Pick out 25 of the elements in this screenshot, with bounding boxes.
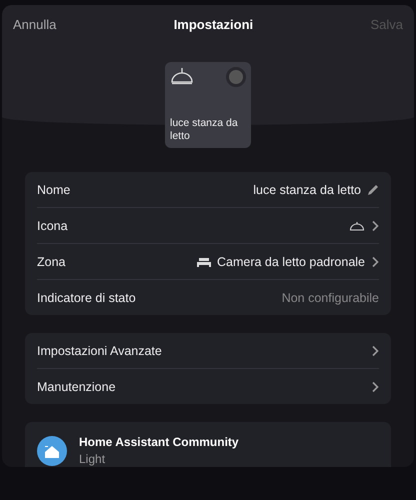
row-label: Zona — [37, 254, 66, 268]
cancel-button[interactable]: Annulla — [13, 17, 56, 32]
chevron-icon[interactable] — [371, 256, 379, 268]
row-label: Nome — [37, 182, 70, 196]
home-app-icon — [37, 436, 67, 466]
power-toggle[interactable] — [226, 67, 246, 87]
pencil-icon[interactable] — [367, 184, 379, 196]
chevron-icon[interactable] — [371, 220, 379, 232]
ceiling-lamp-icon[interactable] — [349, 220, 365, 230]
name-value: luce stanza da letto — [253, 182, 361, 196]
tile-label: luce stanza da letto — [170, 117, 239, 143]
ceiling-lamp-icon — [170, 67, 194, 85]
bed-icon — [196, 256, 211, 266]
menu-item-label[interactable]: Impostazioni Avanzate — [37, 344, 162, 358]
row-label: Indicatore di stato — [37, 290, 136, 304]
status-value: Non configurabile — [282, 290, 379, 304]
source-subtitle: Light — [79, 452, 106, 466]
chevron-icon[interactable] — [371, 380, 379, 392]
row-label: Icona — [37, 218, 68, 232]
source-title: Home Assistant Community — [79, 435, 239, 449]
menu-item-label[interactable]: Manutenzione — [37, 380, 116, 394]
sheet-title: Impostazioni — [174, 17, 254, 32]
accessory-tile[interactable]: luce stanza da letto — [165, 62, 251, 148]
chevron-icon[interactable] — [371, 344, 379, 356]
zone-value: Camera da letto padronale — [216, 254, 365, 268]
